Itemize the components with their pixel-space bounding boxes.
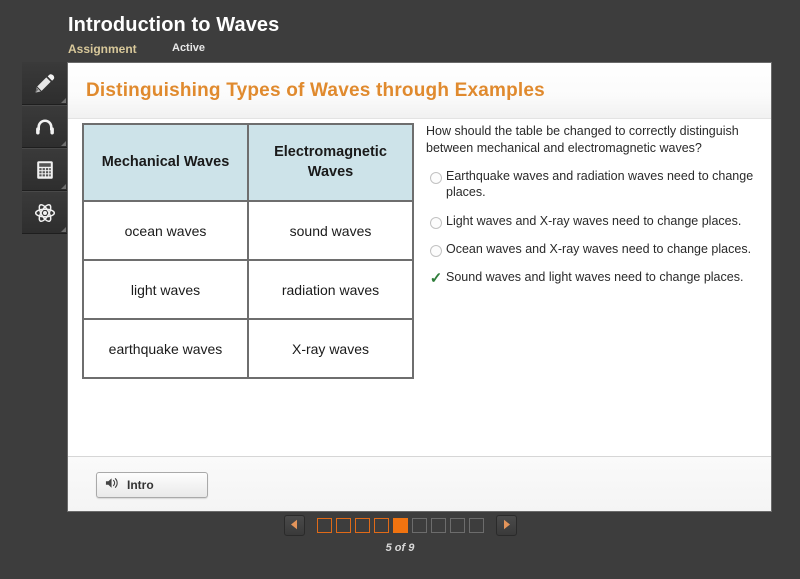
status-badge: Active [172,42,206,54]
question-area: How should the table be changed to corre… [426,123,756,298]
intro-audio-button[interactable]: Intro [96,472,208,498]
page-dot-9[interactable] [468,518,484,533]
wave-classification-table: Mechanical Waves Electromagnetic Waves o… [82,123,414,379]
pencil-icon [33,71,57,95]
page-dot-1[interactable] [316,518,332,533]
page-dot-7[interactable] [430,518,446,533]
page-counter-label: 5 of 9 [385,542,415,554]
table-header-row: Mechanical Waves Electromagnetic Waves [82,123,414,202]
content-panel: Distinguishing Types of Waves through Ex… [67,62,772,512]
table-row: earthquake waves X-ray waves [82,318,414,379]
table-header-cell: Electromagnetic Waves [247,123,414,202]
answer-option-label: Earthquake waves and radiation waves nee… [446,169,754,200]
page-dot-6[interactable] [411,518,427,533]
lesson-title: Distinguishing Types of Waves through Ex… [86,79,545,101]
radio-icon[interactable] [426,241,446,257]
panel-footer: Intro [68,456,771,511]
page-dot-3[interactable] [354,518,370,533]
tool-rail [22,62,67,234]
table-cell: radiation waves [247,259,414,320]
calculator-tool-button[interactable] [22,148,67,191]
calculator-icon [33,158,57,182]
intro-audio-label: Intro [127,478,154,492]
pagination: 5 of 9 [0,515,800,554]
answer-option-label: Ocean waves and X-ray waves need to chan… [446,241,752,256]
table-cell: earthquake waves [82,318,249,379]
page-dot-4[interactable] [373,518,389,533]
table-cell: light waves [82,259,249,320]
page-dot-5[interactable] [392,518,408,533]
app-header: Introduction to Waves Assignment Active [0,0,800,62]
question-text: How should the table be changed to corre… [426,124,739,155]
triangle-left-icon [290,517,299,535]
table-row: light waves radiation waves [82,259,414,320]
panel-body: Mechanical Waves Electromagnetic Waves o… [68,119,771,456]
table-cell: sound waves [247,200,414,261]
atom-icon [33,201,57,225]
answer-option-4[interactable]: ✓ Sound waves and light waves need to ch… [426,269,756,286]
next-page-button[interactable] [495,515,517,536]
table-header-cell: Mechanical Waves [82,123,249,202]
science-reference-tool-button[interactable] [22,191,67,234]
answer-option-3[interactable]: Ocean waves and X-ray waves need to chan… [426,241,756,257]
answer-option-1[interactable]: Earthquake waves and radiation waves nee… [426,168,756,201]
page-title: Introduction to Waves [68,14,280,36]
radio-icon[interactable] [426,168,446,184]
page-dot-8[interactable] [449,518,465,533]
answer-option-label: Sound waves and light waves need to chan… [446,270,744,284]
pagination-controls [283,515,517,536]
answer-option-label: Light waves and X-ray waves need to chan… [446,213,742,228]
page-dot-2[interactable] [335,518,351,533]
table-cell: ocean waves [82,200,249,261]
highlighter-tool-button[interactable] [22,62,67,105]
table-row: ocean waves sound waves [82,200,414,261]
audio-tool-button[interactable] [22,105,67,148]
lesson-title-bar: Distinguishing Types of Waves through Ex… [68,63,771,119]
radio-icon[interactable] [426,213,446,229]
checkmark-icon: ✓ [429,270,443,287]
triangle-right-icon [502,517,511,535]
headphones-icon [33,115,57,139]
assignment-label: Assignment [68,42,137,56]
previous-page-button[interactable] [283,515,305,536]
table-cell: X-ray waves [247,318,414,379]
speaker-icon [105,476,120,495]
answer-option-2[interactable]: Light waves and X-ray waves need to chan… [426,213,756,229]
page-dots [316,518,484,533]
